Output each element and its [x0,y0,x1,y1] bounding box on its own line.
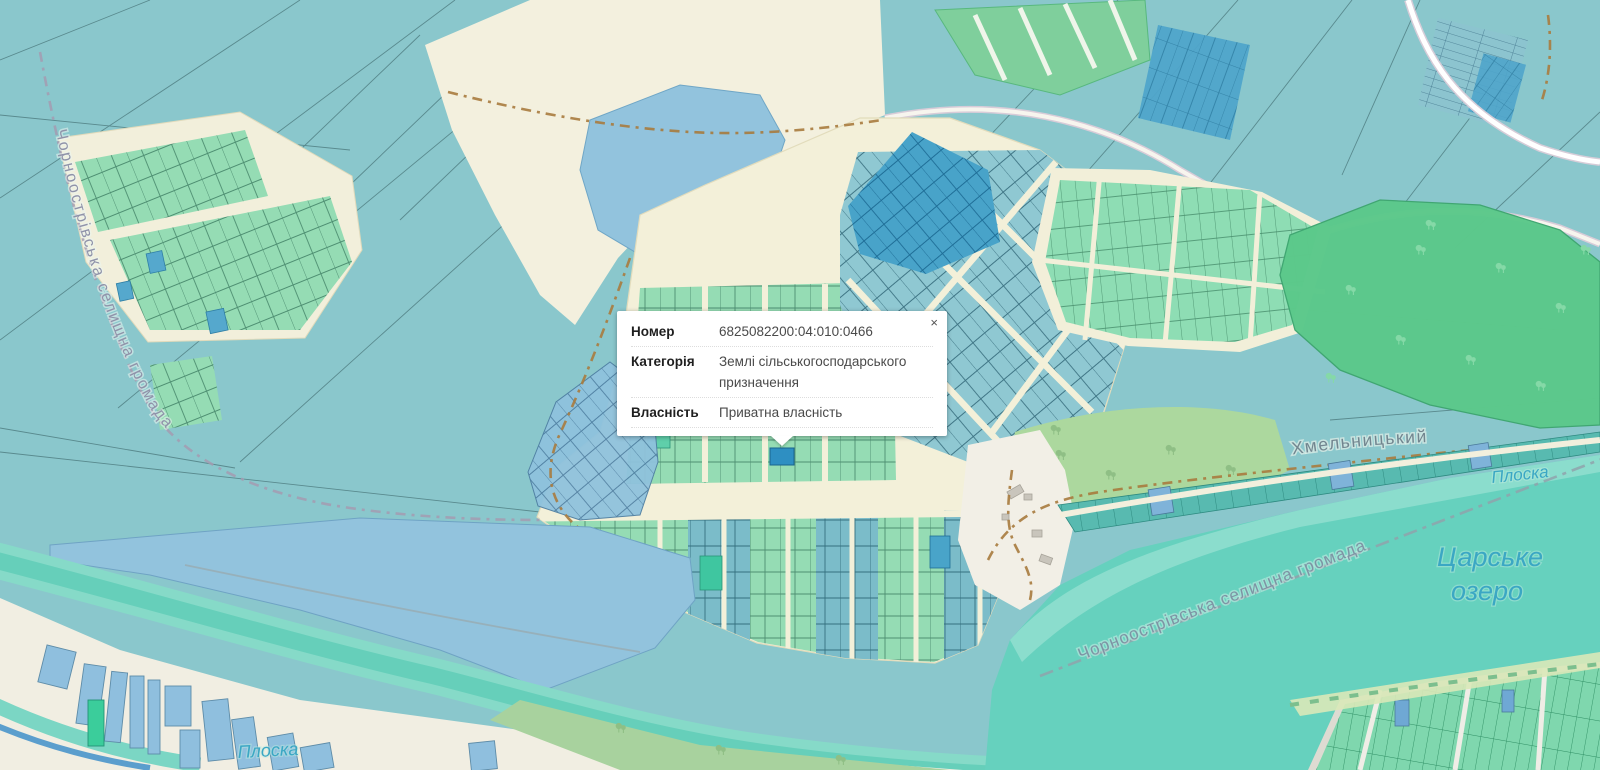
parcel-info-popup: × Номер 6825082200:04:010:0466 Категорія… [617,311,947,436]
popup-label-number: Номер [631,322,719,342]
popup-row-ownership: Власність Приватна власність [631,398,933,428]
popup-value-ownership: Приватна власність [719,403,933,423]
label-river-ploska-left: Плоска [237,739,299,762]
popup-value-category: Землі сільськогосподарського призначення [719,352,933,393]
highlighted-green-parcel [88,700,104,746]
selected-parcel[interactable] [770,448,794,465]
popup-label-ownership: Власність [631,403,719,423]
popup-label-category: Категорія [631,352,719,393]
cadastral-map-viewport[interactable]: Чорноострівська селищна громада Чорноост… [0,0,1600,770]
popup-close-button[interactable]: × [930,316,938,329]
label-lake-line2: озеро [1451,576,1523,606]
popup-arrow [771,436,793,446]
popup-row-category: Категорія Землі сільськогосподарського п… [631,347,933,398]
popup-value-number: 6825082200:04:010:0466 [719,322,933,342]
popup-row-number: Номер 6825082200:04:010:0466 [631,317,933,347]
label-lake-line1: Царське [1437,542,1543,572]
